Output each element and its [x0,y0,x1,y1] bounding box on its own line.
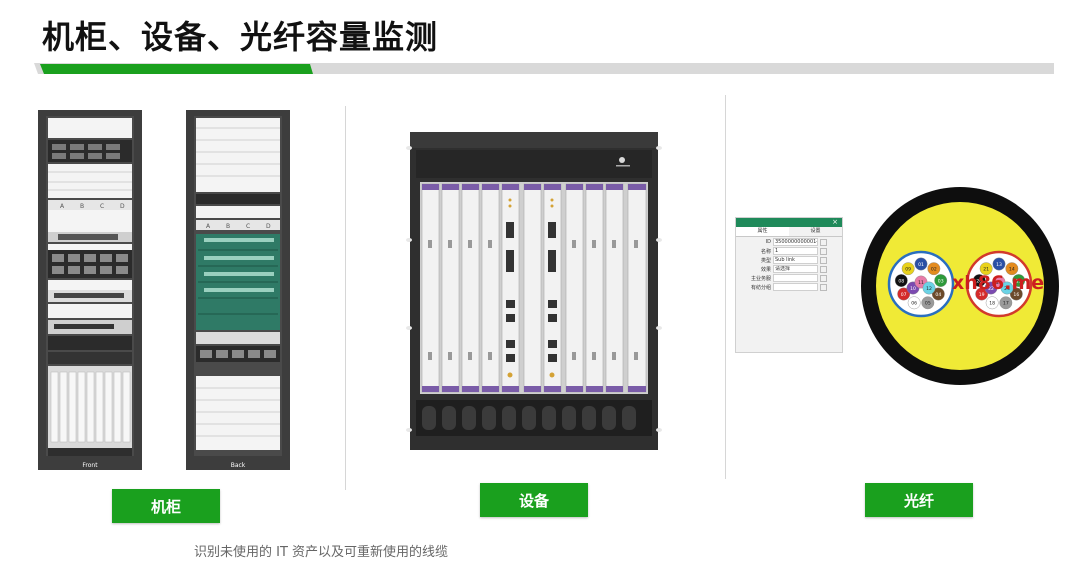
fiber-properties-dialog: × 属性 设置 ID 350000000000143 名称 1 类型 Sub l… [735,217,843,353]
watermark: xh86.me [952,272,1045,294]
edit-icon[interactable] [820,274,827,282]
left-fiber-number: 02 [931,266,937,272]
tab-properties[interactable]: 属性 [736,227,789,236]
group-field[interactable] [773,283,818,291]
dialog-row-effect: 效果 请选择 [736,265,842,273]
dialog-row-service: 主业务服 [736,274,842,282]
effect-select[interactable]: 请选择 [773,265,818,273]
row-key: 效果 [760,266,771,273]
row-key: 主业务服 [750,275,771,282]
fiber-label-button[interactable]: 光纤 [865,483,973,517]
id-field[interactable]: 350000000000143 [773,238,818,246]
dialog-tabs: 属性 设置 [736,227,842,237]
left-fiber-number: 10 [910,286,916,292]
page-title: 机柜、设备、光纤容量监测 [42,18,439,56]
left-fiber-number: 06 [911,301,917,307]
edit-icon[interactable] [820,247,827,255]
back-rack-label: Back [231,462,246,469]
left-fiber-number: 04 [935,292,941,298]
front-slot-letter-b: B [80,203,84,210]
dialog-row-type: 类型 Sub link [736,256,842,264]
dialog-row-group: 有纺分组 [736,283,842,291]
edit-icon[interactable] [820,238,827,246]
back-slot-letter-b: B [226,223,230,230]
row-key: 名称 [760,248,771,255]
row-key: ID [765,239,771,245]
left-fiber-number: 05 [925,301,931,307]
divider-right [725,95,726,479]
edit-icon[interactable] [820,256,827,264]
front-rack-label: Front [82,462,98,469]
front-slot-letter-c: C [100,203,104,210]
type-field[interactable]: Sub link [773,256,818,264]
name-field[interactable]: 1 [773,247,818,255]
device-line-cards [420,182,648,394]
left-fiber-number: 03 [938,278,944,284]
device-chassis-illustration [406,132,662,450]
dialog-row-name: 名称 1 [736,247,842,255]
row-key: 有纺分组 [750,284,771,291]
right-fiber-number: 13 [996,262,1002,268]
left-fiber-number: 12 [926,286,932,292]
front-slot-letter-d: D [120,203,125,210]
left-fiber-number: 09 [905,266,911,272]
divider-left [345,106,346,490]
edit-icon[interactable] [820,265,827,273]
back-rack [186,110,290,470]
left-fiber-number: 11 [918,280,924,286]
dialog-row-id: ID 350000000000143 [736,238,842,246]
cabinet-label-button[interactable]: 机柜 [112,489,220,523]
caption-text: 识别未使用的 IT 资产以及可重新使用的线缆 [194,545,449,560]
back-slot-letter-c: C [246,223,250,230]
cabinet-illustration: A B C D A B C D Front Back [38,110,290,470]
tab-settings[interactable]: 设置 [789,227,842,236]
dialog-close-icon[interactable]: × [832,218,838,227]
service-field[interactable] [773,274,818,282]
edit-icon[interactable] [820,283,827,291]
row-key: 类型 [760,257,771,264]
back-slot-letter-d: D [266,223,271,230]
left-fiber-number: 01 [918,262,924,268]
left-fiber-number: 08 [898,278,904,284]
left-fiber-number: 07 [901,292,907,298]
right-fiber-number: 17 [1003,301,1009,307]
front-chassis-cards [50,371,131,443]
title-underline [34,63,1054,74]
right-fiber-number: 18 [989,301,995,307]
device-label-button[interactable]: 设备 [480,483,588,517]
front-rack [38,110,142,470]
dialog-header: × [736,218,842,227]
